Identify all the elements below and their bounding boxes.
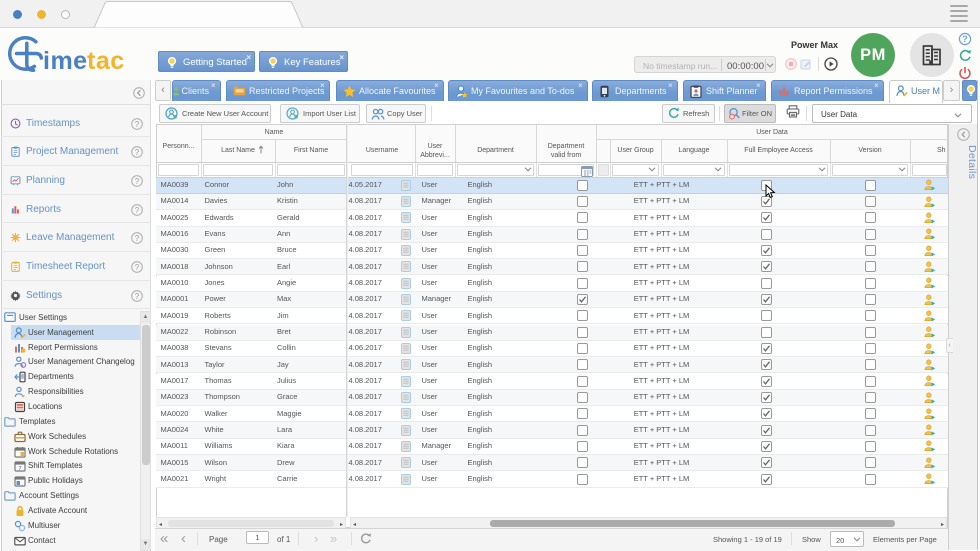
svg-text:?: ? <box>135 206 140 215</box>
svg-text:tac: tac <box>87 47 125 75</box>
svg-text:?: ? <box>135 148 140 157</box>
svg-text:?: ? <box>135 120 140 129</box>
svg-text:ime: ime <box>43 47 88 75</box>
svg-text:?: ? <box>135 292 140 301</box>
svg-text:?: ? <box>962 34 968 44</box>
svg-text:7: 7 <box>18 466 21 472</box>
svg-text:?: ? <box>135 263 140 272</box>
svg-text:?: ? <box>135 177 140 186</box>
svg-text:?: ? <box>135 234 140 243</box>
